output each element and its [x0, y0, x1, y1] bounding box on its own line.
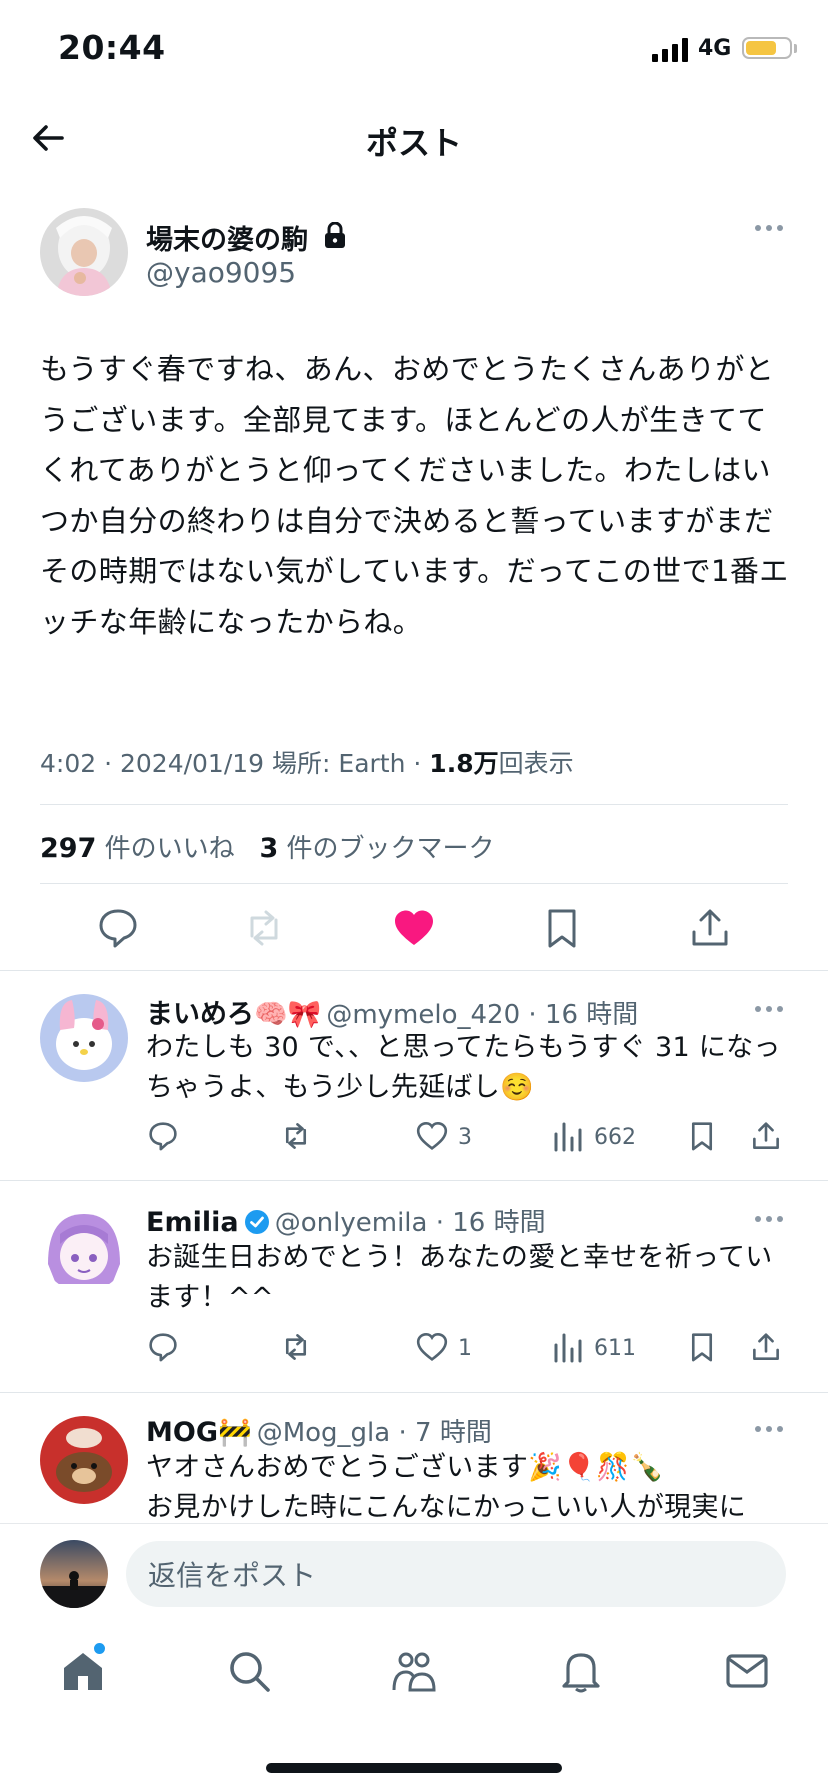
reply-header: まいめろ🧠🎀 @mymelo_420 · 16 時間	[146, 999, 639, 1030]
reply-name[interactable]: まいめろ🧠🎀	[146, 999, 321, 1030]
reply-avatar[interactable]	[40, 1416, 128, 1504]
notifications-icon[interactable]	[558, 1648, 604, 1694]
verified-icon	[244, 1210, 269, 1234]
divider	[40, 804, 788, 805]
home-icon[interactable]	[60, 1648, 106, 1694]
author-avatar[interactable]	[40, 208, 128, 296]
more-icon[interactable]	[754, 1423, 784, 1435]
divider	[0, 1392, 828, 1393]
post-stats[interactable]: 297 件のいいね 3 件のブックマーク	[40, 828, 495, 865]
reply-name[interactable]: MOG🚧	[146, 1417, 252, 1448]
post-text: もうすぐ春ですね、あん、おめでとうたくさんありがとうございます。全部見てます。ほ…	[40, 352, 789, 639]
reply-name[interactable]: Emilia	[146, 1207, 239, 1238]
more-icon[interactable]	[754, 1003, 784, 1015]
search-icon[interactable]	[226, 1648, 272, 1694]
repost-icon[interactable]	[280, 1331, 312, 1363]
post-meta: 4:02 · 2024/01/19 場所: Earth · 1.8万回表示	[40, 749, 574, 778]
user-avatar[interactable]	[40, 1540, 108, 1608]
views-label: 回表示	[498, 749, 574, 778]
divider	[0, 970, 828, 971]
reply-time: 16 時間	[452, 1208, 546, 1238]
reply-text: お見かけした時にこんなにかっこいい人が現実に	[146, 1492, 747, 1523]
bookmark-icon[interactable]	[686, 1331, 718, 1363]
reply-avatar[interactable]	[40, 1204, 128, 1292]
bookmark-icon[interactable]	[686, 1120, 718, 1152]
divider	[0, 1180, 828, 1181]
likes-label: 件のいいね	[104, 834, 235, 864]
author-name[interactable]: 場末の婆の駒	[146, 218, 308, 257]
author-handle[interactable]: @yao9095	[146, 256, 296, 289]
communities-icon[interactable]	[390, 1648, 436, 1694]
post-time: 4:02	[40, 749, 97, 778]
views-icon[interactable]	[552, 1120, 584, 1152]
reply-text: ヤオさんおめでとうございます🎉🎈🎊🍾	[146, 1452, 664, 1483]
repost-icon[interactable]	[280, 1120, 312, 1152]
divider	[40, 883, 788, 884]
reply-time: 16 時間	[544, 1000, 639, 1030]
like-icon[interactable]	[416, 1120, 448, 1152]
reply-icon[interactable]	[96, 906, 140, 950]
battery-tip	[794, 44, 797, 53]
post-date: 2024/01/19	[119, 749, 265, 778]
share-icon[interactable]	[750, 1120, 782, 1152]
bookmarks-count: 3	[259, 833, 279, 864]
network-type: 4G	[698, 36, 732, 61]
reply-icon[interactable]	[147, 1331, 179, 1363]
reply-view-count: 611	[594, 1336, 636, 1361]
home-notification-dot	[94, 1643, 105, 1654]
more-icon[interactable]	[754, 222, 784, 234]
reply-like-count: 3	[458, 1125, 472, 1150]
post-location: 場所: Earth	[272, 749, 406, 778]
reply-input[interactable]: 返信をポスト	[126, 1541, 786, 1607]
more-icon[interactable]	[754, 1213, 784, 1225]
messages-icon[interactable]	[724, 1648, 770, 1694]
reply-header: MOG🚧 @Mog_gla · 7 時間	[146, 1417, 492, 1448]
signal-icon	[652, 38, 688, 62]
views-icon[interactable]	[552, 1331, 584, 1363]
reply-icon[interactable]	[147, 1120, 179, 1152]
repost-icon[interactable]	[242, 906, 286, 950]
reply-avatar[interactable]	[40, 994, 128, 1082]
like-icon[interactable]	[392, 906, 436, 950]
battery-level	[746, 41, 777, 55]
reply-handle[interactable]: @Mog_gla	[257, 1418, 391, 1448]
lock-icon	[325, 222, 345, 248]
reply-like-count: 1	[458, 1336, 472, 1361]
bookmark-icon[interactable]	[540, 906, 584, 950]
home-indicator	[266, 1763, 562, 1773]
reply-view-count: 662	[594, 1125, 636, 1150]
like-icon[interactable]	[416, 1331, 448, 1363]
bookmarks-label: 件のブックマーク	[286, 834, 495, 864]
reply-text: お誕生日おめでとう！あなたの愛と幸せを祈っています！^^	[146, 1242, 773, 1313]
battery-icon	[742, 37, 792, 59]
reply-handle[interactable]: @mymelo_420	[326, 1000, 520, 1030]
reply-time: 7 時間	[415, 1418, 492, 1448]
share-icon[interactable]	[688, 906, 732, 950]
views-count: 1.8万	[429, 749, 499, 778]
likes-count: 297	[40, 833, 97, 864]
share-icon[interactable]	[750, 1331, 782, 1363]
reply-header: Emilia @onlyemila · 16 時間	[146, 1207, 546, 1238]
reply-handle[interactable]: @onlyemila	[275, 1208, 428, 1238]
reply-text: わたしも 30 で、、と思ってたらもうすぐ 31 になっちゃうよ、もう少し先延ば…	[146, 1032, 781, 1103]
page-title: ポスト	[365, 124, 462, 162]
status-time: 20:44	[58, 28, 166, 67]
